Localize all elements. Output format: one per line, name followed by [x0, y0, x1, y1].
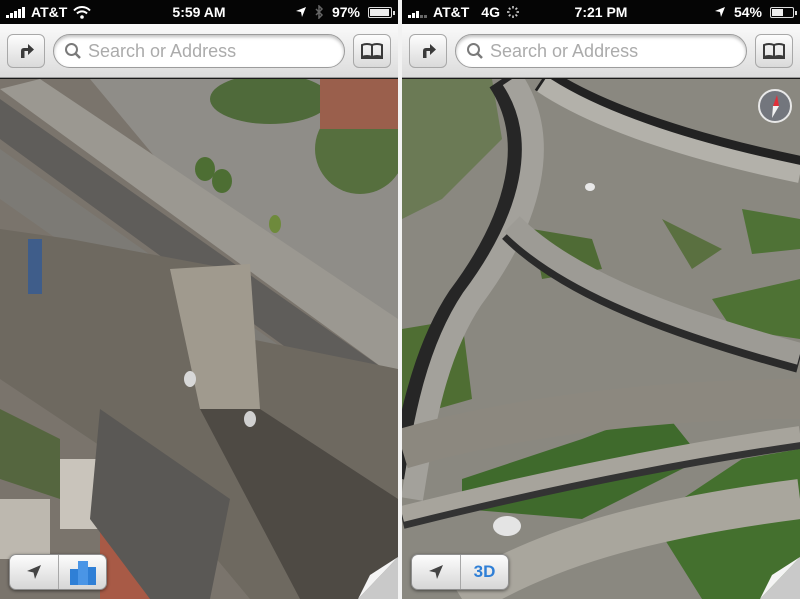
map-controls: 3D: [411, 554, 509, 590]
map-imagery: [0, 79, 398, 599]
map-imagery: [402, 79, 800, 599]
compass-button[interactable]: [758, 89, 792, 123]
battery-icon: [770, 6, 797, 18]
location-services-icon: [714, 7, 725, 17]
location-services-icon: [295, 7, 306, 17]
directions-icon: [423, 44, 436, 58]
search-input[interactable]: [490, 40, 730, 62]
satellite-map-view[interactable]: [0, 79, 398, 599]
compass-icon: [772, 95, 779, 118]
search-icon: [65, 43, 81, 59]
bluetooth-icon: [315, 5, 324, 19]
bookmarks-button[interactable]: [353, 34, 391, 68]
3d-buildings-button[interactable]: [58, 555, 106, 589]
satellite-map-view[interactable]: [402, 79, 800, 599]
bookmarks-button[interactable]: [755, 34, 793, 68]
phone-screen-right: AT&T 4G 7:21 PM 54% Search or Address 3D: [402, 0, 800, 599]
directions-icon: [21, 44, 34, 58]
navigation-bar: [0, 24, 398, 78]
3d-buildings-icon: [69, 561, 96, 585]
locate-me-button[interactable]: [412, 555, 460, 589]
directions-button[interactable]: [409, 34, 447, 68]
battery-percent: 54%: [733, 4, 762, 20]
battery-icon: [368, 6, 395, 18]
navigation-bar: [402, 24, 800, 78]
status-bar: AT&T 4G 7:21 PM 54%: [402, 0, 800, 24]
location-arrow-icon: [429, 565, 443, 579]
bookmarks-icon: [361, 43, 383, 59]
page-curl-button[interactable]: [760, 557, 800, 599]
search-field[interactable]: [455, 34, 747, 68]
status-bar: AT&T 5:59 AM 97%: [0, 0, 398, 24]
search-field[interactable]: [53, 34, 345, 68]
location-arrow-icon: [27, 565, 41, 579]
directions-button[interactable]: [7, 34, 45, 68]
bookmarks-icon: [763, 43, 785, 59]
phone-screen-left: AT&T 5:59 AM 97%: [0, 0, 398, 599]
search-icon: [467, 43, 483, 59]
3d-toggle-button[interactable]: 3D: [460, 555, 508, 589]
search-input[interactable]: [88, 40, 328, 62]
page-curl-button[interactable]: [358, 557, 398, 599]
locate-me-button[interactable]: [10, 555, 58, 589]
map-controls: [9, 554, 107, 590]
battery-percent: 97%: [331, 4, 360, 20]
